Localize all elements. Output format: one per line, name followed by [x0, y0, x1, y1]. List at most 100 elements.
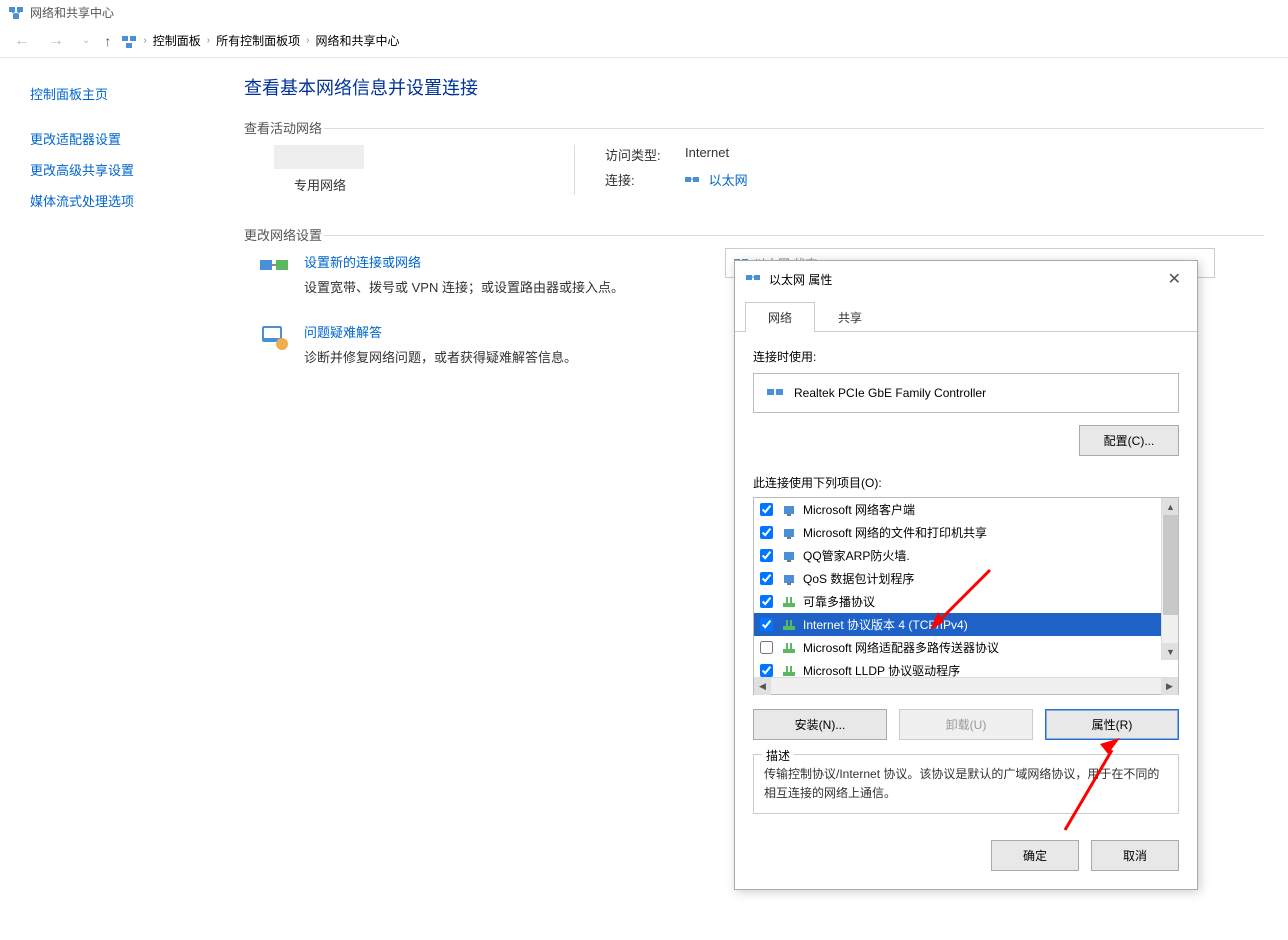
item-checkbox[interactable] — [760, 503, 773, 516]
adapter-field: Realtek PCIe GbE Family Controller — [753, 373, 1179, 413]
client-icon — [781, 502, 797, 518]
description-text: 传输控制协议/Internet 协议。该协议是默认的广域网络协议，用于在不同的相… — [764, 765, 1168, 803]
chevron-right-icon: › — [306, 35, 309, 46]
sidebar: 控制面板主页 更改适配器设置 更改高级共享设置 媒体流式处理选项 — [0, 58, 220, 408]
item-checkbox[interactable] — [760, 618, 773, 631]
section-change-settings: 更改网络设置 — [244, 225, 1264, 244]
tab-sharing[interactable]: 共享 — [815, 302, 885, 332]
protocol-icon — [781, 663, 797, 678]
configure-button[interactable]: 配置(C)... — [1079, 425, 1179, 456]
nav-forward-icon[interactable]: → — [44, 32, 68, 50]
scroll-thumb[interactable] — [1163, 515, 1178, 615]
vertical-scrollbar[interactable]: ▲ ▼ — [1161, 498, 1178, 660]
sidebar-item-media-streaming[interactable]: 媒体流式处理选项 — [30, 185, 220, 216]
window-titlebar: 网络和共享中心 — [0, 0, 1288, 24]
uninstall-button: 卸载(U) — [899, 709, 1033, 740]
list-item[interactable]: Microsoft LLDP 协议驱动程序 — [754, 659, 1178, 677]
sidebar-item-adapter-settings[interactable]: 更改适配器设置 — [30, 123, 220, 154]
network-name-redacted — [274, 145, 364, 169]
items-list[interactable]: Microsoft 网络客户端 Microsoft 网络的文件和打印机共享 QQ管家… — [754, 498, 1178, 677]
breadcrumb-item[interactable]: 网络和共享中心 — [315, 32, 399, 49]
item-label: 可靠多播协议 — [803, 593, 875, 610]
access-type-label: 访问类型: — [605, 145, 665, 164]
dialog-title: 以太网 属性 — [769, 271, 832, 288]
item-label: QQ管家ARP防火墙. — [803, 547, 910, 564]
list-item[interactable]: Microsoft 网络的文件和打印机共享 — [754, 521, 1178, 544]
horizontal-scrollbar[interactable]: ◀ ▶ — [754, 677, 1178, 694]
chevron-right-icon: › — [207, 35, 210, 46]
address-bar: ← → ⌄ ↑ › 控制面板 › 所有控制面板项 › 网络和共享中心 — [0, 24, 1288, 58]
item-checkbox[interactable] — [760, 664, 773, 677]
network-center-icon — [8, 4, 24, 20]
item-checkbox[interactable] — [760, 595, 773, 608]
sidebar-item-sharing-settings[interactable]: 更改高级共享设置 — [30, 154, 220, 185]
nav-recent-icon[interactable]: ⌄ — [78, 35, 94, 46]
item-label: Microsoft 网络的文件和打印机共享 — [803, 524, 987, 541]
dialog-titlebar: 以太网 属性 ✕ — [735, 261, 1197, 297]
items-label: 此连接使用下列项目(O): — [753, 474, 1179, 491]
cancel-button[interactable]: 取消 — [1091, 840, 1179, 871]
scroll-left-icon[interactable]: ◀ — [754, 678, 771, 695]
window-title: 网络和共享中心 — [30, 4, 114, 21]
connection-label: 连接: — [605, 170, 665, 189]
list-item[interactable]: Microsoft 网络适配器多路传送器协议 — [754, 636, 1178, 659]
adapter-icon — [766, 384, 784, 402]
nav-back-icon[interactable]: ← — [10, 32, 34, 50]
list-item[interactable]: QoS 数据包计划程序 — [754, 567, 1178, 590]
connection-link[interactable]: 以太网 — [685, 170, 748, 189]
protocol-icon — [781, 640, 797, 656]
item-checkbox[interactable] — [760, 549, 773, 562]
close-icon[interactable]: ✕ — [1162, 269, 1187, 289]
chevron-right-icon: › — [143, 35, 146, 46]
troubleshoot-icon — [258, 322, 290, 354]
item-label: QoS 数据包计划程序 — [803, 570, 914, 587]
item-checkbox[interactable] — [760, 526, 773, 539]
items-listbox: Microsoft 网络客户端 Microsoft 网络的文件和打印机共享 QQ管家… — [753, 497, 1179, 695]
scroll-right-icon[interactable]: ▶ — [1161, 678, 1178, 695]
item-checkbox[interactable] — [760, 572, 773, 585]
item-label: Microsoft LLDP 协议驱动程序 — [803, 662, 960, 677]
setup-connection-icon — [258, 252, 290, 284]
ethernet-icon — [685, 173, 699, 188]
connection-value: 以太网 — [709, 173, 748, 188]
page-title: 查看基本网络信息并设置连接 — [244, 74, 1264, 100]
properties-button[interactable]: 属性(R) — [1045, 709, 1179, 740]
client-icon — [781, 571, 797, 587]
connect-using-label: 连接时使用: — [753, 348, 1179, 365]
scroll-thumb[interactable] — [772, 679, 1160, 693]
list-item[interactable]: Internet 协议版本 4 (TCP/IPv4) — [754, 613, 1178, 636]
network-center-icon — [121, 33, 137, 49]
access-type-value: Internet — [685, 145, 729, 164]
client-icon — [781, 548, 797, 564]
item-checkbox[interactable] — [760, 641, 773, 654]
breadcrumb: › 控制面板 › 所有控制面板项 › 网络和共享中心 — [121, 32, 399, 49]
breadcrumb-item[interactable]: 所有控制面板项 — [216, 32, 300, 49]
network-type: 专用网络 — [274, 175, 574, 194]
description-legend: 描述 — [762, 747, 794, 764]
task-setup-connection[interactable]: 设置新的连接或网络 — [304, 252, 624, 271]
list-item[interactable]: QQ管家ARP防火墙. — [754, 544, 1178, 567]
ethernet-properties-dialog: 以太网 属性 ✕ 网络 共享 连接时使用: Realtek PCIe GbE F… — [734, 260, 1198, 890]
ethernet-icon — [745, 271, 761, 287]
item-label: Internet 协议版本 4 (TCP/IPv4) — [803, 616, 968, 633]
ok-button[interactable]: 确定 — [991, 840, 1079, 871]
client-icon — [781, 525, 797, 541]
task-troubleshoot-desc: 诊断并修复网络问题，或者获得疑难解答信息。 — [304, 347, 577, 366]
item-label: Microsoft 网络客户端 — [803, 501, 915, 518]
breadcrumb-item[interactable]: 控制面板 — [153, 32, 201, 49]
item-label: Microsoft 网络适配器多路传送器协议 — [803, 639, 999, 656]
tab-network[interactable]: 网络 — [745, 302, 815, 332]
scroll-down-icon[interactable]: ▼ — [1162, 643, 1178, 660]
install-button[interactable]: 安装(N)... — [753, 709, 887, 740]
list-item[interactable]: Microsoft 网络客户端 — [754, 498, 1178, 521]
sidebar-item-home[interactable]: 控制面板主页 — [30, 78, 220, 109]
protocol-icon — [781, 594, 797, 610]
list-item[interactable]: 可靠多播协议 — [754, 590, 1178, 613]
section-active-networks: 查看活动网络 — [244, 118, 1264, 137]
description-fieldset: 描述 传输控制协议/Internet 协议。该协议是默认的广域网络协议，用于在不… — [753, 754, 1179, 814]
scroll-up-icon[interactable]: ▲ — [1162, 498, 1178, 515]
task-troubleshoot[interactable]: 问题疑难解答 — [304, 322, 577, 341]
dialog-tabs: 网络 共享 — [735, 301, 1197, 332]
nav-up-icon[interactable]: ↑ — [104, 33, 111, 49]
protocol-icon — [781, 617, 797, 633]
